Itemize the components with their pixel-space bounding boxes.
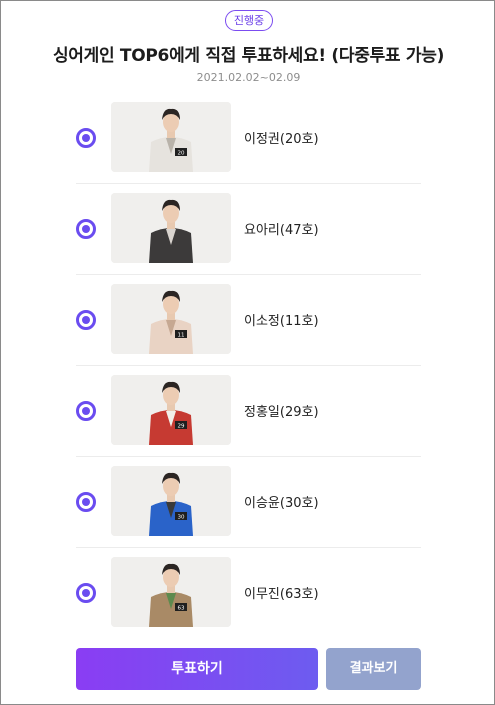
candidate-item[interactable]: 30 이승윤(30호) xyxy=(76,457,421,548)
radio-selected-icon[interactable] xyxy=(76,401,96,421)
candidate-item[interactable]: 29 정홍일(29호) xyxy=(76,366,421,457)
svg-text:20: 20 xyxy=(178,151,185,157)
poll-dates: 2021.02.02~02.09 xyxy=(196,71,301,84)
candidate-name: 이소정(11호) xyxy=(244,314,319,329)
candidate-item[interactable]: 63 이무진(63호) xyxy=(76,548,421,639)
radio-selected-icon[interactable] xyxy=(76,310,96,330)
contestant-photo: 11 xyxy=(111,284,231,354)
contestant-photo xyxy=(111,193,231,263)
candidate-name: 이정권(20호) xyxy=(244,132,319,147)
vote-button[interactable]: 투표하기 xyxy=(76,648,318,690)
radio-selected-icon[interactable] xyxy=(76,128,96,148)
contestant-photo: 20 xyxy=(111,102,231,172)
svg-text:29: 29 xyxy=(178,424,185,430)
candidate-item[interactable]: 11 이소정(11호) xyxy=(76,275,421,366)
svg-text:63: 63 xyxy=(178,606,185,612)
contestant-photo: 29 xyxy=(111,375,231,445)
contestant-photo: 63 xyxy=(111,557,231,627)
candidate-name: 이무진(63호) xyxy=(244,587,319,602)
radio-selected-icon[interactable] xyxy=(76,583,96,603)
poll-card: 진행중 싱어게인 TOP6에게 직접 투표하세요! (다중투표 가능) 2021… xyxy=(0,0,495,705)
candidate-item[interactable]: 요아리(47호) xyxy=(76,184,421,275)
candidate-name: 이승윤(30호) xyxy=(244,496,319,511)
svg-text:11: 11 xyxy=(178,333,185,339)
candidate-name: 정홍일(29호) xyxy=(244,405,319,420)
view-results-button[interactable]: 결과보기 xyxy=(326,648,421,690)
contestant-photo: 30 xyxy=(111,466,231,536)
candidate-item[interactable]: 20 이정권(20호) xyxy=(76,93,421,184)
candidate-list: 20 이정권(20호) 요아리(47호) 11 이소정(11호) 29 정홍일(… xyxy=(76,93,421,639)
svg-text:30: 30 xyxy=(178,515,185,521)
poll-title: 싱어게인 TOP6에게 직접 투표하세요! (다중투표 가능) xyxy=(52,46,445,66)
candidate-name: 요아리(47호) xyxy=(244,223,319,238)
radio-selected-icon[interactable] xyxy=(76,492,96,512)
status-badge: 진행중 xyxy=(225,10,273,31)
radio-selected-icon[interactable] xyxy=(76,219,96,239)
